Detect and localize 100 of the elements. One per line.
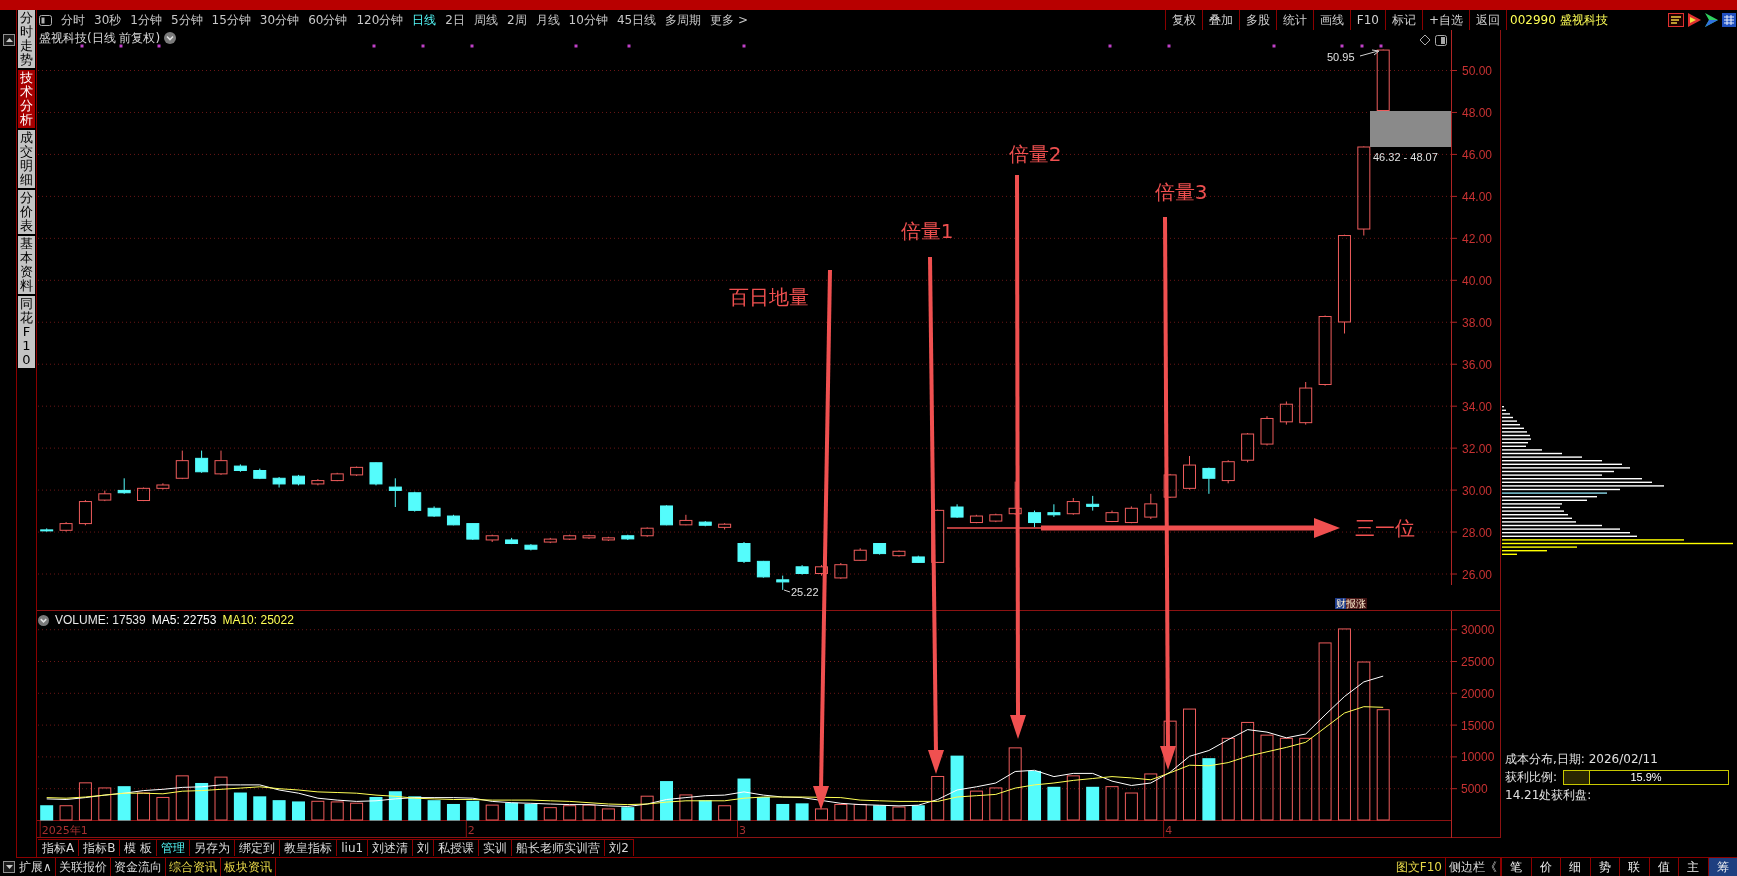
period-tab[interactable]: 周线: [473, 11, 498, 29]
event-marker-icon[interactable]: [1108, 44, 1112, 48]
indicator-tab[interactable]: 船长老师实训营: [512, 839, 606, 856]
legend-text: MA5: 22753: [151, 613, 217, 627]
bar: [117, 786, 131, 821]
event-marker-icon[interactable]: [1167, 44, 1171, 48]
period-tab[interactable]: 120分钟: [356, 11, 404, 29]
event-marker-icon[interactable]: [1379, 44, 1383, 48]
bar: [195, 782, 209, 821]
indicator-tab[interactable]: 模 板: [120, 839, 158, 856]
period-tab[interactable]: 2周: [506, 11, 527, 29]
indicator-tab[interactable]: 指标B: [79, 839, 121, 856]
period-tab[interactable]: 5分钟: [170, 11, 203, 29]
event-marker-icon[interactable]: [80, 44, 84, 48]
event-marker-icon[interactable]: [1272, 44, 1276, 48]
period-tab[interactable]: 10分钟: [568, 11, 608, 29]
panel-tab[interactable]: 价: [1530, 858, 1560, 876]
bar: [1279, 737, 1293, 821]
indicator-tab[interactable]: 指标A: [38, 839, 80, 856]
side-tab[interactable]: 分时走势: [18, 10, 35, 68]
period-tab[interactable]: 分时: [61, 11, 85, 29]
bottom-tab[interactable]: 资金流向: [110, 858, 166, 876]
toolbar-button[interactable]: 画线: [1312, 10, 1350, 30]
indicator-tab[interactable]: 刘: [413, 839, 435, 856]
bottom-tab[interactable]: 综合资讯: [165, 858, 221, 876]
diamond-icon[interactable]: [1419, 34, 1431, 46]
toolbar-button[interactable]: 统计: [1275, 10, 1313, 30]
panel-tab[interactable]: 联: [1619, 858, 1649, 876]
event-marker-icon[interactable]: [1340, 44, 1344, 48]
toolbar-button[interactable]: 返回: [1469, 10, 1506, 30]
grid-icon[interactable]: [1722, 13, 1736, 27]
period-tab[interactable]: 60分钟: [308, 11, 348, 29]
indicator-tab[interactable]: 实训: [479, 839, 513, 856]
panel-toggle-icon[interactable]: [39, 14, 52, 26]
toolbar-button[interactable]: 叠加: [1201, 10, 1239, 30]
panel-tab[interactable]: 笔: [1501, 858, 1531, 876]
panel-tab[interactable]: 主: [1678, 858, 1708, 876]
period-tab[interactable]: 15分钟: [211, 11, 251, 29]
indicator-tab[interactable]: 刘述清: [368, 839, 414, 856]
indicator-tab[interactable]: 另存为: [190, 839, 236, 856]
indicator-tab[interactable]: 管理: [157, 839, 191, 856]
bottom-tab[interactable]: 扩展∧: [16, 858, 56, 876]
scroll-down-button[interactable]: [3, 861, 15, 873]
event-marker-icon[interactable]: [470, 44, 474, 48]
side-tab[interactable]: 基本资料: [18, 236, 35, 294]
bar: [446, 803, 460, 821]
indicator-tab[interactable]: 教皇指标: [280, 839, 338, 856]
indicator-tab[interactable]: liu1: [337, 839, 369, 856]
toolbar-button[interactable]: 复权: [1164, 10, 1202, 30]
event-marker-icon[interactable]: [119, 44, 123, 48]
bottom-tab[interactable]: 关联报价: [55, 858, 111, 876]
triangle-up-icon: [5, 38, 13, 42]
indicator-tab[interactable]: 绑定到: [235, 839, 281, 856]
bar: [40, 805, 54, 821]
indicator-tab[interactable]: 私授课: [434, 839, 480, 856]
panel-tab[interactable]: 值: [1648, 858, 1678, 876]
event-marker-icon[interactable]: [157, 44, 161, 48]
bottom-tab[interactable]: 板块资讯: [220, 858, 276, 876]
dropdown-icon[interactable]: [164, 32, 177, 44]
toolbar-button[interactable]: 多股: [1238, 10, 1276, 30]
bar: [543, 807, 557, 821]
period-tab[interactable]: 日线: [412, 11, 437, 29]
event-marker-icon[interactable]: [372, 44, 376, 48]
play-icon[interactable]: [1688, 13, 1701, 27]
triangle-icon[interactable]: [1705, 13, 1718, 27]
bar: [911, 805, 925, 821]
bar: [1086, 786, 1100, 821]
side-link[interactable]: 图文F10: [1392, 858, 1446, 876]
dropdown-icon[interactable]: [38, 614, 49, 626]
period-tab[interactable]: 月线: [535, 11, 560, 29]
event-marker-icon[interactable]: [742, 44, 746, 48]
toolbar-button[interactable]: +自选: [1421, 10, 1469, 30]
indicator-tab[interactable]: 刘2: [605, 839, 634, 856]
list-icon[interactable]: [1668, 13, 1684, 27]
period-tab[interactable]: 45日线: [616, 11, 657, 29]
side-link[interactable]: 侧边栏《: [1446, 858, 1501, 876]
panel-tab[interactable]: 细: [1560, 858, 1590, 876]
event-marker-icon[interactable]: [574, 44, 578, 48]
volume-label: 30000: [1461, 623, 1495, 638]
period-tab[interactable]: 2日: [445, 11, 465, 29]
event-marker-icon[interactable]: [627, 44, 631, 48]
period-tab[interactable]: 30秒: [94, 11, 122, 29]
panel-tab[interactable]: 势: [1589, 858, 1619, 876]
event-marker-icon[interactable]: [421, 44, 425, 48]
period-tab[interactable]: 更多 >: [710, 11, 749, 29]
event-marker-icon[interactable]: [1360, 44, 1364, 48]
panel-icon[interactable]: [1435, 35, 1447, 46]
toolbar-button[interactable]: F10: [1349, 10, 1385, 30]
toolbar-button[interactable]: 标记: [1384, 10, 1422, 30]
period-tab[interactable]: 多周期: [665, 11, 702, 29]
side-tab[interactable]: 成交明细: [18, 130, 35, 188]
side-tab[interactable]: 技术分析: [18, 70, 35, 128]
bar: [233, 792, 247, 821]
panel-tab[interactable]: 筹: [1707, 858, 1737, 876]
side-tab[interactable]: 分价表: [18, 190, 35, 234]
period-tab[interactable]: 30分钟: [259, 11, 300, 29]
scroll-up-button[interactable]: [3, 34, 15, 46]
period-tab[interactable]: 1分钟: [130, 11, 162, 29]
news-tag[interactable]: 财报涨: [1335, 598, 1367, 609]
side-tab[interactable]: 同花F10: [18, 296, 35, 368]
